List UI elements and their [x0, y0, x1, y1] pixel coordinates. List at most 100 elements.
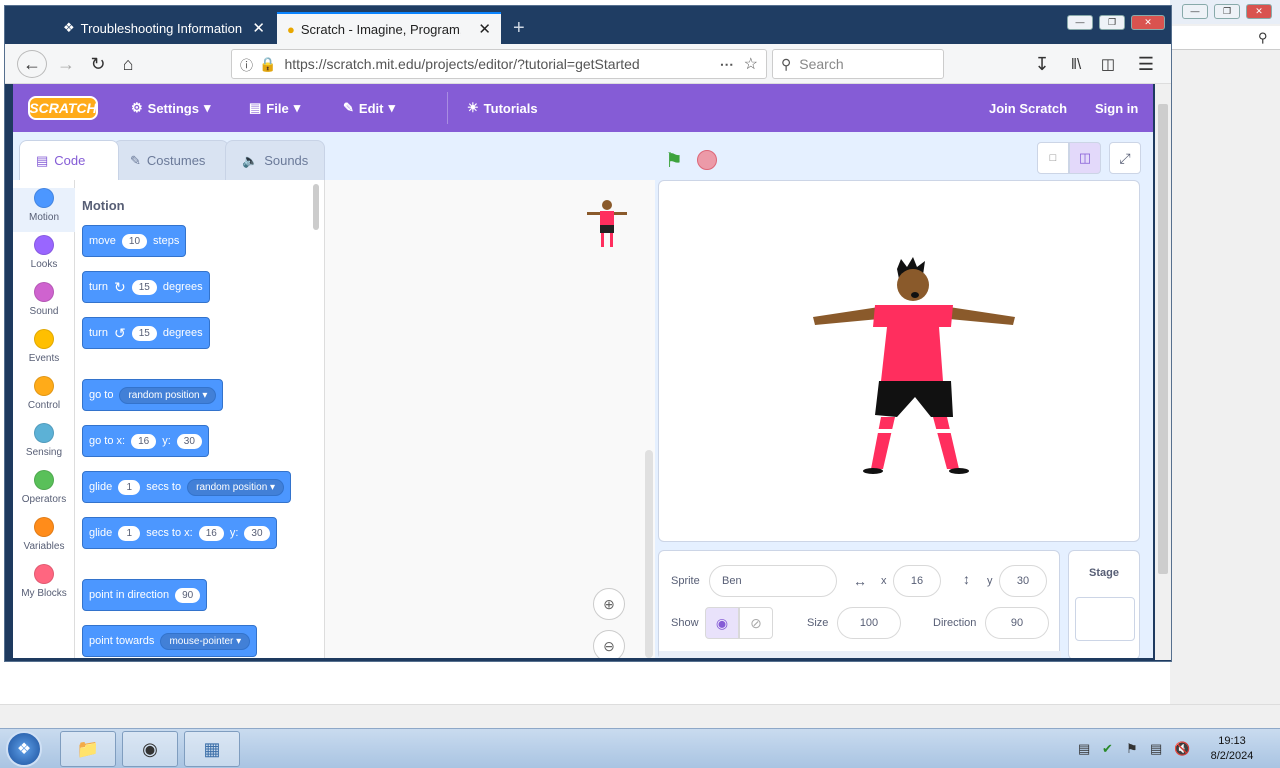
block-dropdown[interactable]: mouse-pointer ▾ [160, 632, 251, 650]
category-sound[interactable]: Sound [13, 282, 75, 317]
menu-icon[interactable]: ☰ [1131, 50, 1161, 78]
x-input[interactable]: 16 [893, 565, 941, 597]
block-turn-right[interactable]: turn ↻ 15 degrees [82, 271, 210, 303]
block-input[interactable]: 1 [118, 525, 141, 541]
stage-thumbnail[interactable] [1075, 597, 1135, 641]
category-motion[interactable]: Motion [13, 188, 75, 232]
minimize-button[interactable]: — [1067, 15, 1093, 30]
block-point-in-direction[interactable]: point in direction 90 [82, 579, 208, 611]
download-icon[interactable]: ↧ [1027, 50, 1057, 78]
tab-code[interactable]: ▤ Code [19, 140, 119, 180]
new-tab-button[interactable]: + [503, 12, 533, 44]
explorer-taskbar-icon[interactable]: 📁 [60, 731, 116, 767]
tray-volume-muted-icon[interactable]: 🔇 [1174, 741, 1190, 757]
block-glide-to[interactable]: glide 1 secs to random position ▾ [82, 471, 292, 503]
workspace-scrollbar[interactable] [645, 450, 653, 658]
stop-button[interactable] [697, 150, 717, 170]
block-input[interactable]: 30 [244, 525, 270, 541]
block-turn-left[interactable]: turn ↺ 15 degrees [82, 317, 210, 349]
block-move-steps[interactable]: move 10 steps [82, 225, 187, 257]
script-workspace[interactable]: ⊕ ⊖ [325, 180, 655, 658]
block-input[interactable]: 1 [118, 479, 141, 495]
block-go-to-xy[interactable]: go to x: 16 y: 30 [82, 425, 209, 457]
block-input[interactable]: 16 [131, 433, 157, 449]
block-dropdown[interactable]: random position ▾ [119, 386, 217, 404]
forward-icon[interactable]: → [51, 50, 81, 78]
block-input[interactable]: 15 [131, 325, 157, 341]
minimize-button[interactable]: — [1182, 4, 1208, 19]
settings-menu[interactable]: ⚙ Settings ▾ [131, 84, 210, 132]
tutorials-button[interactable]: ☀ Tutorials [467, 84, 538, 132]
category-events[interactable]: Events [13, 329, 75, 364]
fullscreen-button[interactable]: ⤢ [1109, 142, 1141, 174]
zoom-in-icon[interactable]: ⊕ [593, 588, 625, 620]
direction-input[interactable]: 90 [985, 607, 1049, 639]
info-icon[interactable]: ⓘ [240, 55, 253, 74]
size-input[interactable]: 100 [837, 607, 901, 639]
block-input[interactable]: 10 [121, 233, 148, 249]
block-input[interactable]: 16 [198, 525, 224, 541]
control-panel-taskbar-icon[interactable]: ▦ [184, 731, 240, 767]
y-input[interactable]: 30 [999, 565, 1047, 597]
category-variables[interactable]: Variables [13, 517, 75, 552]
block-glide-to-xy[interactable]: glide 1 secs to x: 16 y: 30 [82, 517, 277, 549]
category-my-blocks[interactable]: My Blocks [13, 564, 75, 599]
category-sensing[interactable]: Sensing [13, 423, 75, 458]
category-label: Variables [23, 541, 65, 552]
tray-network-icon[interactable]: ▤ [1150, 741, 1162, 757]
category-control[interactable]: Control [13, 376, 75, 411]
back-icon[interactable]: ← [17, 50, 47, 78]
block-input[interactable]: 15 [131, 279, 157, 295]
close-button[interactable]: ✕ [1131, 15, 1165, 30]
close-icon[interactable]: ✕ [478, 20, 491, 38]
tab-scratch[interactable]: ● Scratch - Imagine, Program, Sh ✕ [277, 12, 501, 44]
sidebar-icon[interactable]: ◫ [1093, 50, 1123, 78]
category-looks[interactable]: Looks [13, 235, 75, 270]
join-scratch-link[interactable]: Join Scratch [989, 84, 1067, 132]
edit-menu[interactable]: ✎ Edit ▾ [343, 84, 395, 132]
tab-sounds[interactable]: 🔈 Sounds [225, 140, 325, 180]
palette-scrollbar[interactable] [313, 184, 319, 230]
home-icon[interactable]: ⌂ [113, 50, 143, 78]
scratch-logo[interactable]: SCRATCH [28, 96, 98, 120]
show-visible-eye-icon[interactable]: ◉ [705, 607, 739, 639]
sprite-ben[interactable] [809, 257, 1019, 477]
reload-icon[interactable]: ↻ [83, 50, 113, 78]
tray-flag-icon[interactable]: ⚑ [1126, 741, 1138, 757]
tab-costumes[interactable]: ✎ Costumes [113, 140, 229, 180]
small-stage-button[interactable]: □ [1037, 142, 1069, 174]
normal-stage-button[interactable]: ◫ [1069, 142, 1101, 174]
block-input[interactable]: 90 [175, 587, 201, 603]
block-go-to[interactable]: go to random position ▾ [82, 379, 224, 411]
clock[interactable]: 19:13 8/2/2024 [1200, 734, 1264, 764]
page-scrollbar[interactable] [1155, 84, 1171, 660]
address-bar[interactable]: ⓘ 🔒 https://scratch.mit.edu/projects/edi… [231, 49, 767, 79]
start-button[interactable]: ❖ [6, 731, 42, 767]
tray-security-icon[interactable]: ✔ [1102, 741, 1113, 757]
file-menu[interactable]: ▤ File ▾ [249, 84, 300, 132]
stage[interactable] [658, 180, 1140, 542]
zoom-out-icon[interactable]: ⊖ [593, 630, 625, 658]
green-flag-icon[interactable]: ⚑ [665, 148, 683, 173]
scrollbar-thumb[interactable] [1158, 104, 1168, 574]
search-icon[interactable]: ⚲ [1258, 30, 1268, 46]
sign-in-link[interactable]: Sign in [1095, 84, 1138, 132]
close-button[interactable]: ✕ [1246, 4, 1272, 19]
category-operators[interactable]: Operators [13, 470, 75, 505]
maximize-button[interactable]: ❐ [1214, 4, 1240, 19]
bookmark-star-icon[interactable]: ☆ [744, 54, 758, 74]
tab-troubleshooting[interactable]: ❖ Troubleshooting Information ✕ [53, 12, 275, 44]
search-input[interactable]: ⚲ Search [772, 49, 944, 79]
library-icon[interactable]: ‖\ [1061, 50, 1091, 78]
show-hidden-eye-icon[interactable]: ⊘ [739, 607, 773, 639]
maximize-button[interactable]: ❐ [1099, 15, 1125, 30]
tray-file-icon[interactable]: ▤ [1078, 741, 1090, 757]
sprite-name-input[interactable]: Ben [709, 565, 837, 597]
block-input[interactable]: 30 [176, 433, 202, 449]
stage-target-pane[interactable]: Stage [1068, 550, 1140, 658]
firefox-taskbar-icon[interactable]: ◉ [122, 731, 178, 767]
block-dropdown[interactable]: random position ▾ [187, 478, 285, 496]
block-point-towards[interactable]: point towards mouse-pointer ▾ [82, 625, 258, 657]
close-icon[interactable]: ✕ [252, 19, 265, 37]
page-actions-icon[interactable]: ⋯ [720, 56, 734, 73]
